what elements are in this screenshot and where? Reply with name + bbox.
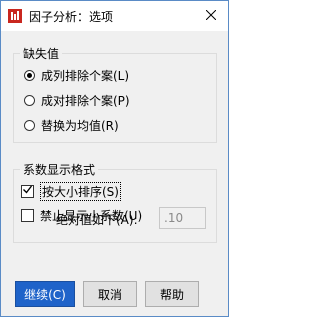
checkbox-indicator-checked[interactable] [21,184,34,198]
missing-values-caption: 缺失值 [20,45,63,62]
checkbox-label: 按大小排序(S) [40,181,121,201]
close-icon [205,9,217,23]
absolute-value-label: 绝对值如下(A): [56,213,138,227]
radio-indicator-selected[interactable] [24,69,35,81]
coefficient-display-group: 系数显示格式 按大小排序(S) 禁止显示小系数(U) [13,161,217,243]
radio-indicator[interactable] [24,94,35,106]
checkmark-icon [22,184,33,198]
coefficient-display-caption: 系数显示格式 [20,161,99,178]
options-dialog: 因子分析：选项 缺失值 成列排除个案(L) 成对排除个案(P) 替换为均值(R) [0,0,229,317]
radio-exclude-pairwise[interactable]: 成对排除个案(P) [24,92,130,108]
title-bar: 因子分析：选项 [1,1,228,31]
app-icon [8,9,22,23]
absolute-value-input[interactable] [159,207,206,229]
continue-button[interactable]: 继续(C) [15,281,75,307]
radio-indicator[interactable] [24,119,35,131]
radio-label: 成对排除个案(P) [41,93,130,108]
checkbox-indicator[interactable] [21,208,34,222]
radio-exclude-listwise[interactable]: 成列排除个案(L) [24,67,129,83]
radio-label: 替换为均值(R) [41,118,119,133]
radio-label: 成列排除个案(L) [41,68,130,83]
missing-values-group: 缺失值 成列排除个案(L) 成对排除个案(P) 替换为均值(R) [13,45,217,143]
cancel-button[interactable]: 取消 [83,281,137,307]
window-title: 因子分析：选项 [29,10,114,24]
radio-replace-with-mean[interactable]: 替换为均值(R) [24,117,119,133]
help-button[interactable]: 帮助 [145,281,199,307]
close-button[interactable] [198,4,224,28]
checkbox-sort-by-size[interactable]: 按大小排序(S) [21,181,121,201]
